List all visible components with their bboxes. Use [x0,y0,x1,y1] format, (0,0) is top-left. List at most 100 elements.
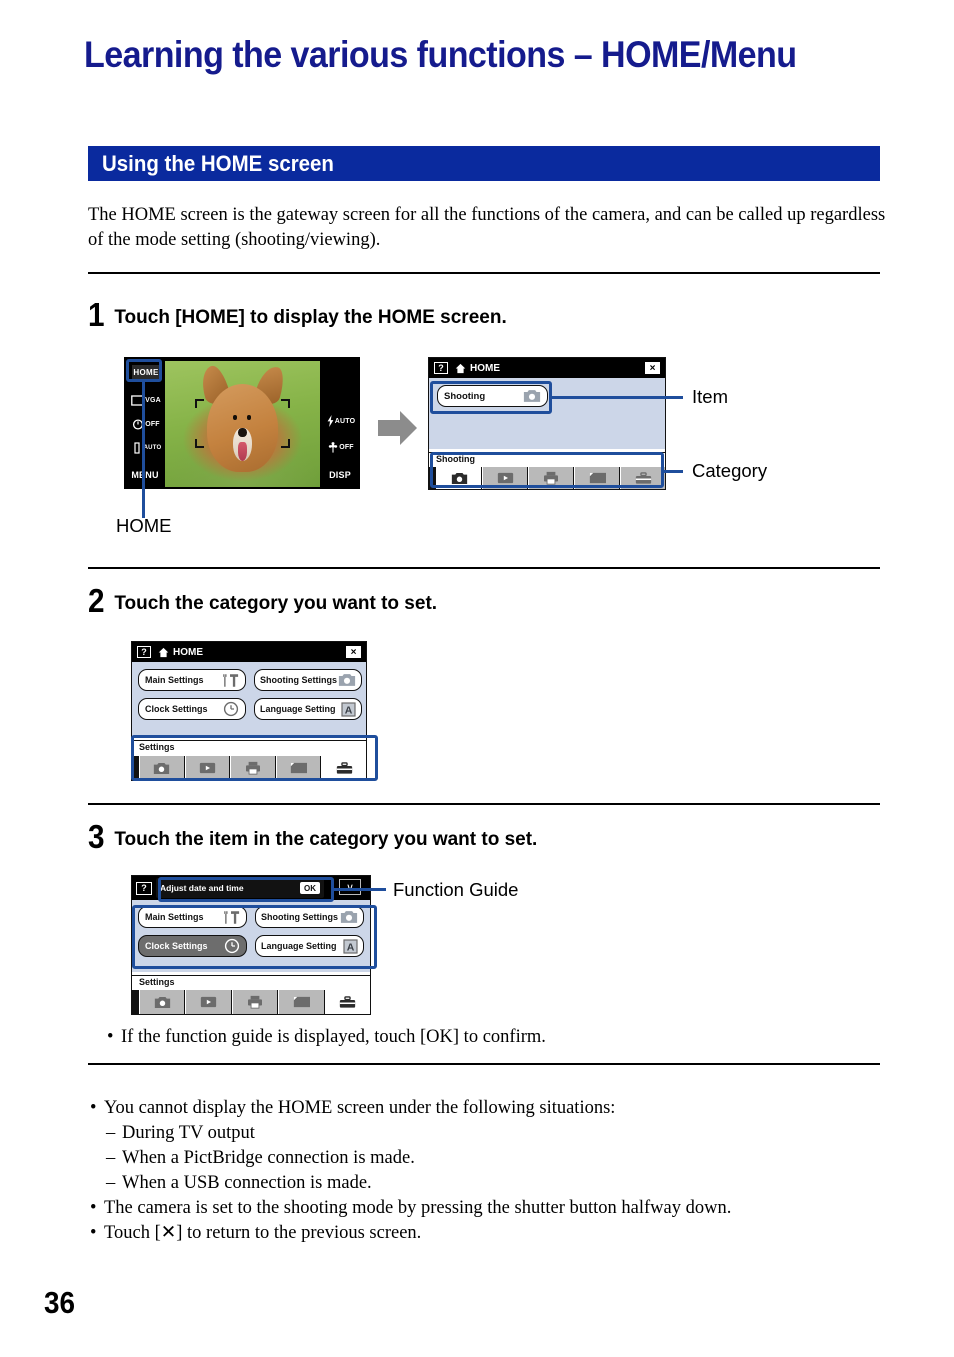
memory-card-icon [293,996,310,1008]
lcd-self-timer-label: OFF [145,420,160,428]
flow-arrow-icon [378,411,418,445]
step3-note: If the function guide is displayed, touc… [105,1025,845,1050]
help-badge-icon[interactable]: ? [434,362,448,374]
home-category-label-3: Settings [139,977,175,987]
footer-note-1-sub-3: When a USB connection is made. [88,1171,878,1196]
step-1-number: 1 [88,296,105,333]
home-items-area-2: Main Settings Shooting Settings Clock Se… [132,662,366,737]
lcd-image-size-label: VGA [145,396,161,404]
callout-item: Item [692,386,728,407]
home-title-label: HOME [470,362,500,374]
lcd-menu-button[interactable]: MENU [126,468,164,482]
category-leader-line [664,470,683,473]
home-key-highlight-box [126,359,162,382]
toolbox-icon [340,995,356,1008]
dog-head-shape [206,383,279,472]
lcd-flash-button[interactable]: AUTO [323,413,359,429]
step-2-text: Touch the category you want to set. [114,593,438,614]
category-edge-marker [132,990,139,1014]
camera-icon [338,674,356,686]
lcd-image-size-button[interactable]: VGA [129,391,163,409]
footer-note-3: Touch [✕] to return to the previous scre… [88,1221,878,1246]
lcd-live-view-photo [165,361,320,487]
af-frame-corner-tr-icon [281,399,290,408]
chevron-down-icon[interactable]: ∨ [339,879,361,895]
home-house-icon [158,647,169,657]
page-number: 36 [44,1285,76,1320]
intro-paragraph: The HOME screen is the gateway screen fo… [88,205,886,250]
help-badge-icon[interactable]: ? [136,881,152,895]
iso-icon [134,441,140,454]
callout-category: Category [692,460,768,481]
step-3-heading: 3 Touch the item in the category you want… [88,818,537,856]
language-a-icon: A [341,701,356,717]
footer-note-1-sub-1: During TV output [88,1121,878,1146]
home-item-language-setting[interactable]: Language Setting A [254,698,362,720]
home-item-clock-settings-label: Clock Settings [145,704,208,714]
dog-eye-left [232,415,238,421]
dog-photo-subject [165,361,320,487]
category-tab-printing[interactable] [231,990,279,1014]
footer-note-2: The camera is set to the shooting mode b… [88,1196,878,1221]
item-leader-line [552,396,683,399]
step3-note-bullet: If the function guide is displayed, touc… [105,1025,845,1050]
home-item-shooting-settings-label: Shooting Settings [260,675,337,685]
lcd-self-timer-button[interactable]: OFF [129,415,163,433]
home-title-bar-2: ? HOME × [132,642,366,662]
manual-page: Learning the various functions – HOME/Me… [0,0,954,1357]
home-item-main-settings-label: Main Settings [145,675,204,685]
function-guide-leader-line [334,888,386,891]
category-tab-settings[interactable] [324,990,371,1014]
camera-icon [154,996,170,1008]
divider-step2 [88,803,880,805]
divider-step3 [88,1063,880,1065]
svg-text:A: A [345,704,353,716]
af-frame-corner-tl-icon [195,399,204,408]
macro-flower-icon [328,441,338,453]
page-title: Learning the various functions – HOME/Me… [84,34,797,75]
divider-top [88,272,880,274]
divider-step1 [88,567,880,569]
home-category-tabs-3[interactable] [132,990,371,1014]
lcd-disp-button[interactable]: DISP [321,468,359,482]
category-tab-viewing[interactable] [185,990,232,1014]
dog-nose-shape [238,427,247,438]
footer-note-1-sub-2: When a PictBridge connection is made. [88,1146,878,1171]
printer-icon [248,995,263,1009]
dog-eye-right [246,415,252,421]
home-leader-line [142,382,145,518]
category-tab-manage-memory[interactable] [278,990,325,1014]
home-title-bar: ? HOME × [429,358,665,378]
category-tab-shooting[interactable] [139,990,186,1014]
lcd-iso-button[interactable]: AUTO [129,439,163,457]
step-1-heading: 1 Touch [HOME] to display the HOME screen… [88,296,507,334]
af-frame-corner-bl-icon [195,439,204,448]
tools-icon [223,673,239,687]
item-highlight-box [430,381,552,414]
flash-icon [327,415,334,427]
lcd-macro-button[interactable]: OFF [323,439,359,455]
items-highlight-box-3 [132,905,377,969]
home-item-main-settings[interactable]: Main Settings [138,669,246,691]
lcd-macro-label: OFF [339,443,354,451]
clock-icon [223,701,239,717]
close-icon[interactable]: × [645,362,660,374]
function-guide-highlight-box [158,877,334,902]
af-frame-corner-br-icon [281,439,290,448]
footer-notes: You cannot display the HOME screen under… [88,1096,878,1246]
step-2-number: 2 [88,582,105,619]
section-heading-bar: Using the HOME screen [88,146,880,181]
category-bar-highlight-box-2 [131,735,378,781]
home-title-label-2: HOME [173,646,203,658]
step-3-text: Touch the item in the category you want … [114,829,538,850]
step-1-text: Touch [HOME] to display the HOME screen. [114,307,507,328]
help-badge-icon[interactable]: ? [137,646,151,658]
home-item-clock-settings[interactable]: Clock Settings [138,698,246,720]
playback-icon [200,996,217,1008]
close-icon[interactable]: × [346,646,361,658]
home-item-shooting-settings[interactable]: Shooting Settings [254,669,362,691]
home-category-bar-3: Settings [132,975,371,1014]
home-item-language-setting-label: Language Setting [260,704,336,714]
footer-note-1: You cannot display the HOME screen under… [88,1096,878,1121]
home-house-icon [455,363,466,373]
